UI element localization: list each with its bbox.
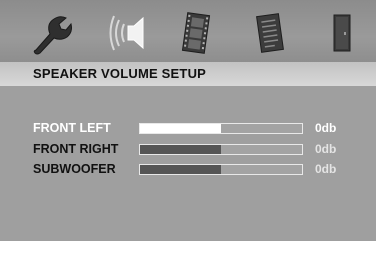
volume-value: 0db — [315, 142, 337, 156]
bottom-border — [0, 241, 376, 272]
page-title: SPEAKER VOLUME SETUP — [33, 66, 207, 81]
document-icon[interactable] — [248, 10, 292, 56]
row-label: FRONT RIGHT — [33, 142, 119, 156]
title-bar: SPEAKER VOLUME SETUP — [0, 62, 376, 86]
volume-value: 0db — [315, 121, 337, 135]
volume-slider-fill — [140, 165, 221, 174]
door-icon[interactable] — [324, 10, 360, 56]
volume-value: 0db — [315, 162, 337, 176]
volume-slider-fill — [140, 145, 221, 154]
volume-slider[interactable] — [139, 164, 303, 175]
volume-slider[interactable] — [139, 144, 303, 155]
volume-row-front-right[interactable]: FRONT RIGHT 0db — [0, 141, 376, 159]
wrench-icon[interactable] — [30, 10, 74, 56]
setup-menu-tab-bar — [0, 0, 376, 62]
volume-settings-panel: FRONT LEFT 0db FRONT RIGHT 0db SUBWOOFER… — [0, 86, 376, 241]
volume-slider-fill — [140, 124, 221, 133]
speaker-volume-setup-screen: SPEAKER VOLUME SETUP FRONT LEFT 0db FRON… — [0, 0, 376, 272]
row-label: SUBWOOFER — [33, 162, 116, 176]
film-icon[interactable] — [174, 10, 218, 56]
volume-slider[interactable] — [139, 123, 303, 134]
row-label: FRONT LEFT — [33, 121, 111, 135]
speaker-icon[interactable] — [104, 10, 150, 56]
volume-row-front-left[interactable]: FRONT LEFT 0db — [0, 120, 376, 138]
volume-row-subwoofer[interactable]: SUBWOOFER 0db — [0, 161, 376, 179]
